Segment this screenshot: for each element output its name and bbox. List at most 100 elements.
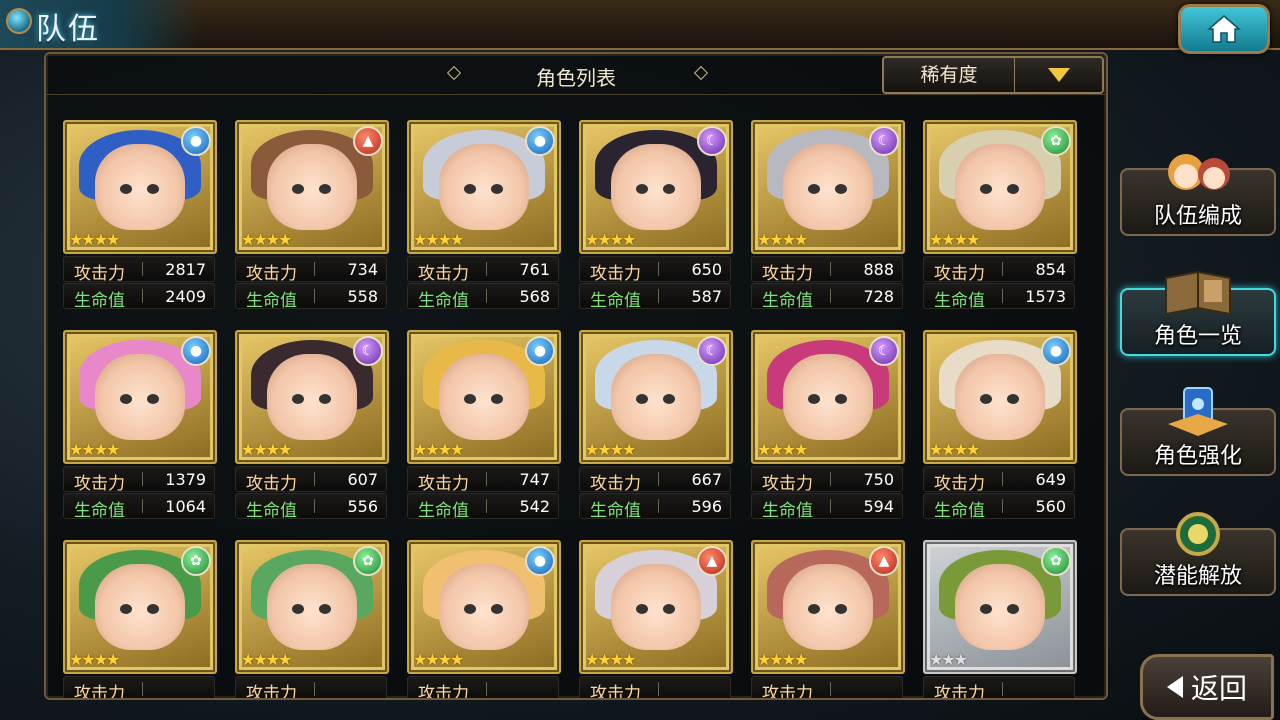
character-portrait[interactable]: ● ★★★★ [63,120,217,254]
wind-element-icon: ✿ [1041,126,1071,156]
attack-label: 攻击力 [246,264,297,284]
stat-divider [314,262,315,276]
character-face [267,564,357,650]
character-card[interactable]: ✿ ★★★★ 攻击力 854 生命值 1573 [923,120,1077,318]
potential-orb-icon [1176,512,1220,556]
rarity-stars: ★★★★ [69,230,120,249]
stat-divider [1002,499,1003,513]
character-card[interactable]: ☾ ★★★★ 攻击力 888 生命值 728 [751,120,905,318]
dropdown-arrow-icon[interactable] [1015,58,1102,92]
character-face [95,564,185,650]
hp-label: 生命值 [418,501,469,521]
character-portrait[interactable]: ● ★★★★ [407,330,561,464]
character-face [611,354,701,440]
character-face [267,354,357,440]
hp-stat: 生命值 728 [751,283,903,311]
sort-dropdown[interactable]: 稀有度 [882,56,1104,94]
attack-stat: 攻击力 2817 [63,256,215,284]
character-face [95,144,185,230]
character-card[interactable]: ● ★★★★ 攻击力 747 生命值 542 [407,330,561,528]
character-portrait[interactable]: ● ★★★★ [407,120,561,254]
hp-stat: 生命值 556 [235,493,387,521]
side-menu-label: 角色强化 [1153,444,1242,469]
stat-divider [486,682,487,696]
hp-label: 生命值 [74,291,125,311]
character-card[interactable]: ● ★★★★ 攻击力 761 生命值 568 [407,120,561,318]
character-portrait[interactable]: ✿ ★★★★ [63,540,217,674]
character-portrait[interactable]: ✿ ★★★ [923,540,1077,674]
character-grid[interactable]: ● ★★★★ 攻击力 2817 生命值 2409 ▲ ★★★★ 攻击力 734 … [63,120,1093,698]
stat-divider [486,472,487,486]
attack-stat: 攻击力 [751,676,903,698]
character-card[interactable]: ● ★★★★ 攻击力 1379 生命值 1064 [63,330,217,528]
character-card[interactable]: ✿ ★★★ 攻击力 生命值 [923,540,1077,698]
character-face [955,144,1045,230]
character-eye [319,184,331,194]
attack-value: 1379 [165,470,206,489]
character-face [783,564,873,650]
hp-stat: 生命值 558 [235,283,387,311]
character-eye [980,184,992,194]
attack-value: 747 [519,470,550,489]
character-eye [464,394,476,404]
character-portrait[interactable]: ● ★★★★ [407,540,561,674]
character-card[interactable]: ▲ ★★★★ 攻击力 734 生命值 558 [235,120,389,318]
character-eye [120,604,132,614]
stat-divider [658,472,659,486]
attack-label: 攻击力 [934,684,985,698]
character-card[interactable]: ● ★★★★ 攻击力 生命值 [407,540,561,698]
fire-element-icon: ▲ [353,126,383,156]
character-card[interactable]: ✿ ★★★★ 攻击力 生命值 [235,540,389,698]
attack-stat: 攻击力 750 [751,466,903,494]
hp-value: 594 [863,497,894,516]
character-card[interactable]: ▲ ★★★★ 攻击力 生命值 [579,540,733,698]
attack-label: 攻击力 [418,474,469,494]
attack-stat: 攻击力 [923,676,1075,698]
character-card[interactable]: ● ★★★★ 攻击力 2817 生命值 2409 [63,120,217,318]
hp-stat: 生命值 596 [579,493,731,521]
character-portrait[interactable]: ☾ ★★★★ [579,330,733,464]
water-element-icon: ● [525,546,555,576]
character-face [439,144,529,230]
character-card[interactable]: ☾ ★★★★ 攻击力 650 生命值 587 [579,120,733,318]
attack-label: 攻击力 [74,264,125,284]
character-face [955,354,1045,440]
side-menu-button[interactable]: 队伍编成 [1120,154,1276,236]
stat-divider [486,262,487,276]
character-card[interactable]: ✿ ★★★★ 攻击力 生命值 [63,540,217,698]
rarity-stars: ★★★★ [241,230,292,249]
character-portrait[interactable]: ☾ ★★★★ [751,120,905,254]
character-eye [292,184,304,194]
character-portrait[interactable]: ● ★★★★ [63,330,217,464]
character-portrait[interactable]: ☾ ★★★★ [235,330,389,464]
character-portrait[interactable]: ▲ ★★★★ [235,120,389,254]
attack-value: 2817 [165,260,206,279]
character-portrait[interactable]: ☾ ★★★★ [579,120,733,254]
attack-value: 854 [1035,260,1066,279]
dark-element-icon: ☾ [697,126,727,156]
character-portrait[interactable]: ☾ ★★★★ [751,330,905,464]
side-menu-button[interactable]: 角色强化 [1120,387,1276,476]
character-card[interactable]: ☾ ★★★★ 攻击力 607 生命值 556 [235,330,389,528]
character-card[interactable]: ▲ ★★★★ 攻击力 生命值 [751,540,905,698]
side-menu-button[interactable]: 潜能解放 [1120,512,1276,596]
character-portrait[interactable]: ▲ ★★★★ [751,540,905,674]
character-card[interactable]: ● ★★★★ 攻击力 649 生命值 560 [923,330,1077,528]
character-eye [292,604,304,614]
character-card[interactable]: ☾ ★★★★ 攻击力 667 生命值 596 [579,330,733,528]
character-card[interactable]: ☾ ★★★★ 攻击力 750 生命值 594 [751,330,905,528]
side-menu-button[interactable]: 角色一览 [1120,270,1276,356]
character-portrait[interactable]: ✿ ★★★★ [923,120,1077,254]
back-button[interactable]: 返回 [1140,654,1274,720]
character-portrait[interactable]: ● ★★★★ [923,330,1077,464]
character-portrait[interactable]: ▲ ★★★★ [579,540,733,674]
attack-label: 攻击力 [418,684,469,698]
character-portrait[interactable]: ✿ ★★★★ [235,540,389,674]
side-menu-label: 队伍编成 [1153,204,1242,229]
character-face [267,144,357,230]
attack-value: 650 [691,260,722,279]
character-eye [808,394,820,404]
rarity-stars: ★★★★ [585,440,636,459]
page-title: 队伍 [36,12,100,47]
home-button[interactable] [1178,4,1270,54]
